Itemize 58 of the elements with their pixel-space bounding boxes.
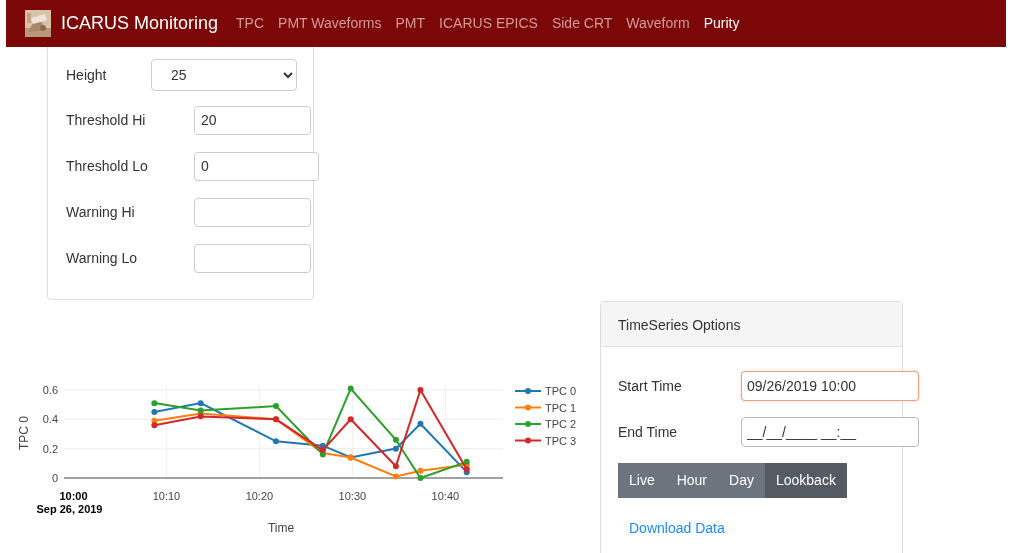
legend-label: TPC 1 <box>545 401 577 414</box>
brand-title[interactable]: ICARUS Monitoring <box>61 10 219 37</box>
input-field[interactable]: 20 <box>194 105 311 135</box>
tick-label: 0 <box>51 472 58 484</box>
tick-label: 10:30 <box>338 490 367 502</box>
legend-marker-icon <box>514 404 542 411</box>
legend-label: TPC 2 <box>545 418 577 430</box>
field-label: End Time <box>618 422 679 442</box>
input-field[interactable]: 09/26/2019 10:00 <box>741 371 919 401</box>
axis-title: Time <box>267 521 295 535</box>
data-point <box>417 386 424 393</box>
field-label: Height <box>66 65 108 85</box>
tick-label: 0.4 <box>42 413 58 426</box>
input-field[interactable] <box>194 243 311 273</box>
date-label: Sep 26, 2019 <box>36 503 103 515</box>
field-label: Start Time <box>618 376 683 396</box>
download-link[interactable]: Download Data <box>629 520 725 536</box>
range-button[interactable]: Hour <box>665 463 719 498</box>
input-field[interactable] <box>194 197 311 227</box>
height-select[interactable]: 25 <box>151 59 297 91</box>
field-label: Threshold Lo <box>66 156 149 176</box>
input-field[interactable]: __/__/____ __:__ <box>741 417 919 447</box>
nav-link[interactable]: TPC <box>236 13 265 34</box>
data-point <box>392 445 399 452</box>
data-point <box>392 473 399 480</box>
tick-label: 0.6 <box>42 383 58 396</box>
nav-link[interactable]: Purity <box>703 13 740 34</box>
range-button[interactable]: Day <box>718 463 765 498</box>
data-point <box>272 403 279 410</box>
nav-link[interactable]: PMT <box>395 13 426 34</box>
field-label: Warning Lo <box>66 248 139 268</box>
data-point <box>347 416 354 423</box>
tick-label: 10:40 <box>431 490 460 502</box>
field-label: Threshold Hi <box>66 110 147 130</box>
tick-label: 0.2 <box>42 442 58 455</box>
nav-link[interactable]: Side CRT <box>551 13 613 34</box>
panel-title: TimeSeries Options <box>601 302 902 347</box>
nav-link[interactable]: PMT Waveforms <box>278 13 382 34</box>
data-point <box>417 420 424 427</box>
legend-marker-icon <box>514 421 542 427</box>
data-point <box>392 463 399 470</box>
range-button[interactable]: Live <box>618 463 666 498</box>
nav-link[interactable]: ICARUS EPICS <box>439 13 538 34</box>
range-button[interactable]: Lookback <box>764 463 847 498</box>
legend-label: TPC 0 <box>545 385 577 397</box>
field-label: Warning Hi <box>66 202 136 222</box>
input-field[interactable]: 0 <box>194 151 319 181</box>
data-point <box>392 436 399 443</box>
tick-label: 10:00 <box>59 490 88 502</box>
legend-marker-icon <box>514 437 542 444</box>
data-point <box>347 385 354 392</box>
nav-link[interactable]: Waveform <box>626 13 690 34</box>
tick-label: 10:10 <box>152 490 181 502</box>
tick-label: 10:20 <box>245 490 274 502</box>
legend-marker-icon <box>514 388 542 394</box>
data-point <box>272 438 279 445</box>
axis-title: TPC 0 <box>17 416 31 450</box>
legend-label: TPC 3 <box>545 434 577 447</box>
